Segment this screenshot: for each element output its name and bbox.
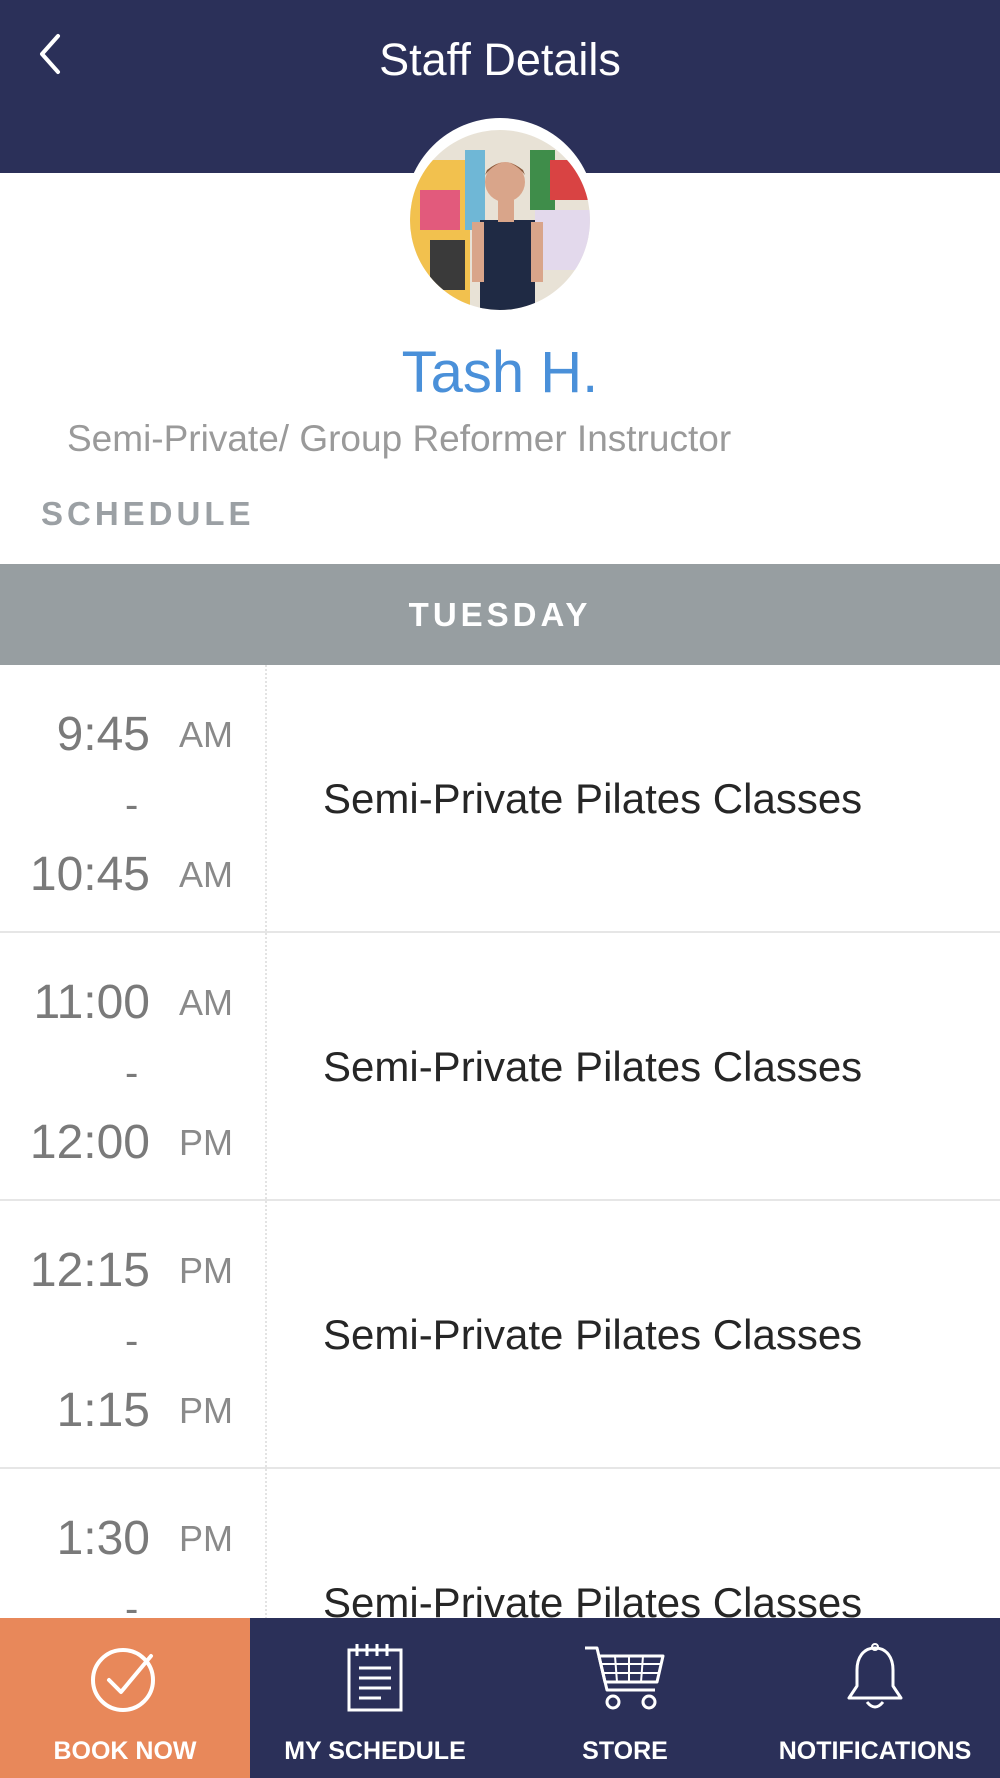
time-separator: -: [125, 1587, 139, 1618]
avatar: [410, 130, 590, 310]
staff-photo: [410, 130, 590, 310]
class-name: Semi-Private Pilates Classes: [323, 1579, 863, 1618]
tab-book-now[interactable]: BOOK NOW: [0, 1618, 250, 1778]
time-range: 11:00 AM - 12:00 PM: [0, 933, 267, 1199]
schedule-list[interactable]: 9:45 AM - 10:45 AM Semi-Private Pilates …: [0, 665, 1000, 1618]
end-ampm: PM: [179, 1390, 233, 1431]
start-time: 9:45: [56, 708, 150, 761]
class-name: Semi-Private Pilates Classes: [323, 1043, 863, 1090]
time-separator: -: [125, 783, 139, 827]
tab-store[interactable]: STORE: [500, 1618, 750, 1778]
staff-name: Tash H.: [401, 340, 599, 405]
start-time: 1:30: [56, 1512, 150, 1565]
schedule-row[interactable]: 1:30 PM - Semi-Private Pilates Classes: [0, 1469, 1000, 1618]
tab-notifications[interactable]: NOTIFICATIONS: [750, 1618, 1000, 1778]
start-time: 11:00: [33, 976, 150, 1029]
time-separator: -: [125, 1319, 139, 1363]
day-header: TUESDAY: [0, 564, 1000, 665]
schedule-section-label: SCHEDULE: [41, 495, 255, 532]
tab-label: STORE: [582, 1737, 668, 1765]
bell-icon: [847, 1643, 903, 1709]
schedule-row[interactable]: 12:15 PM - 1:15 PM Semi-Private Pilates …: [0, 1201, 1000, 1469]
class-name: Semi-Private Pilates Classes: [323, 775, 863, 822]
tab-label: MY SCHEDULE: [284, 1737, 466, 1765]
end-ampm: PM: [179, 1122, 233, 1163]
end-time: 1:15: [56, 1384, 150, 1437]
start-time: 12:15: [29, 1244, 150, 1297]
check-circle-icon: [91, 1648, 155, 1712]
end-time: 12:00: [29, 1116, 150, 1169]
start-ampm: PM: [179, 1518, 233, 1559]
time-separator: -: [125, 1051, 139, 1095]
bottom-tab-bar: BOOK NOW MY SCHEDULE STORE NOTIFICATIONS: [0, 1618, 1000, 1778]
start-ampm: AM: [179, 982, 233, 1023]
end-time: 10:45: [29, 848, 150, 901]
time-range: 1:30 PM -: [0, 1469, 267, 1618]
schedule-row[interactable]: 9:45 AM - 10:45 AM Semi-Private Pilates …: [0, 665, 1000, 933]
end-ampm: AM: [179, 854, 233, 895]
staff-role: Semi-Private/ Group Reformer Instructor: [67, 418, 732, 459]
cart-icon: [585, 1646, 665, 1710]
start-ampm: AM: [179, 714, 233, 755]
calendar-icon: [347, 1644, 403, 1712]
schedule-row[interactable]: 11:00 AM - 12:00 PM Semi-Private Pilates…: [0, 933, 1000, 1201]
class-name: Semi-Private Pilates Classes: [323, 1311, 863, 1358]
page-title: Staff Details: [379, 34, 621, 85]
time-range: 9:45 AM - 10:45 AM: [0, 665, 267, 931]
day-label: TUESDAY: [408, 595, 592, 633]
tab-my-schedule[interactable]: MY SCHEDULE: [250, 1618, 500, 1778]
tab-label: BOOK NOW: [53, 1737, 197, 1765]
time-range: 12:15 PM - 1:15 PM: [0, 1201, 267, 1467]
start-ampm: PM: [179, 1250, 233, 1291]
tab-label: NOTIFICATIONS: [778, 1737, 972, 1765]
